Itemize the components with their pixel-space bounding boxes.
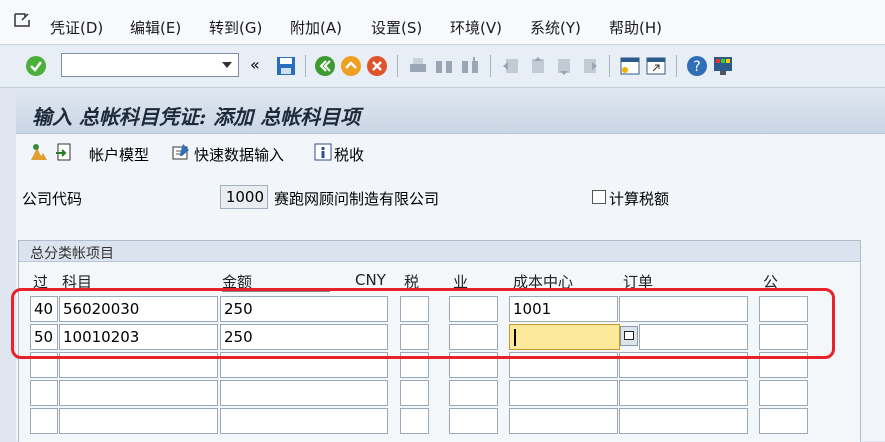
row4-company[interactable] [759,380,808,406]
menu-help[interactable]: 帮助(H) [609,17,662,38]
application-toolbar: 帐户模型 快速数据输入 税收 [16,134,885,170]
row4-order[interactable] [619,380,748,406]
row5-account[interactable] [59,408,218,434]
fast-entry-button[interactable]: 快速数据输入 [194,144,284,165]
menu-edit[interactable]: 编辑(E) [130,17,181,38]
separator [490,55,491,77]
group-header: 总分类帐项目 [19,241,860,262]
col-currency: CNY [355,271,386,289]
next-page-icon[interactable] [552,55,574,77]
highlight-annotation [11,288,835,359]
company-name: 赛跑网顾问制造有限公司 [274,190,440,208]
exit-icon[interactable] [340,55,362,77]
shortcut-icon[interactable] [645,55,667,77]
row5-tax[interactable] [400,408,429,434]
tax-button[interactable]: 税收 [334,144,364,165]
first-page-icon[interactable] [500,55,522,77]
document-icon[interactable] [54,142,74,162]
menu-bar: 凭证(D) 编辑(E) 转到(G) 附加(A) 设置(S) 环境(V) 系统(Y… [0,0,885,45]
svg-text:?: ? [693,59,700,75]
page-title: 输入 总帐科目凭证: 添加 总帐科目项 [32,105,361,129]
separator [397,55,398,77]
prev-page-icon[interactable] [526,55,548,77]
row4-amount[interactable] [220,380,388,406]
cancel-icon[interactable] [366,55,388,77]
command-field[interactable] [61,53,239,77]
company-code-label: 公司代码 [22,190,83,208]
account-model-button[interactable]: 帐户模型 [89,144,149,165]
layout-icon[interactable] [712,55,734,77]
back-icon[interactable] [314,55,336,77]
find-next-icon[interactable] [459,55,481,77]
fast-entry-icon[interactable] [171,142,191,162]
row5-business-area[interactable] [449,408,498,434]
menu-voucher[interactable]: 凭证(D) [50,17,103,38]
standard-toolbar: « ? [0,45,885,88]
row4-cost-center[interactable] [509,380,618,406]
find-icon[interactable] [433,55,455,77]
menu-settings[interactable]: 设置(S) [371,17,422,38]
menu-extras[interactable]: 附加(A) [290,17,342,38]
row4-account[interactable] [59,380,218,406]
row5-cost-center[interactable] [509,408,618,434]
save-icon[interactable] [275,55,297,77]
last-page-icon[interactable] [578,55,600,77]
back-double-icon[interactable]: « [250,55,260,74]
system-menu-icon[interactable] [14,12,32,28]
print-icon[interactable] [407,55,429,77]
row4-business-area[interactable] [449,380,498,406]
row5-company[interactable] [759,408,808,434]
help-icon[interactable]: ? [686,55,708,77]
row4-tax[interactable] [400,380,429,406]
enter-icon[interactable] [25,55,47,77]
row5-order[interactable] [619,408,748,434]
separator [305,55,306,77]
menu-environment[interactable]: 环境(V) [450,17,502,38]
title-bar: 输入 总帐科目凭证: 添加 总帐科目项 [16,93,885,134]
row5-posting-key[interactable] [30,408,58,434]
calc-tax-checkbox[interactable] [592,190,606,204]
account-model-icon[interactable] [29,142,49,162]
info-icon[interactable] [313,142,333,162]
separator [676,55,677,77]
row4-posting-key[interactable] [30,380,58,406]
group-title: 总分类帐项目 [30,246,114,262]
menu-goto[interactable]: 转到(G) [209,17,262,38]
company-code-field: 1000 [220,185,268,209]
calc-tax-label: 计算税额 [609,190,670,208]
new-session-icon[interactable] [619,55,641,77]
menu-system[interactable]: 系统(Y) [530,17,581,38]
row5-amount[interactable] [220,408,388,434]
chevron-down-icon[interactable] [222,62,232,68]
separator [609,55,610,77]
